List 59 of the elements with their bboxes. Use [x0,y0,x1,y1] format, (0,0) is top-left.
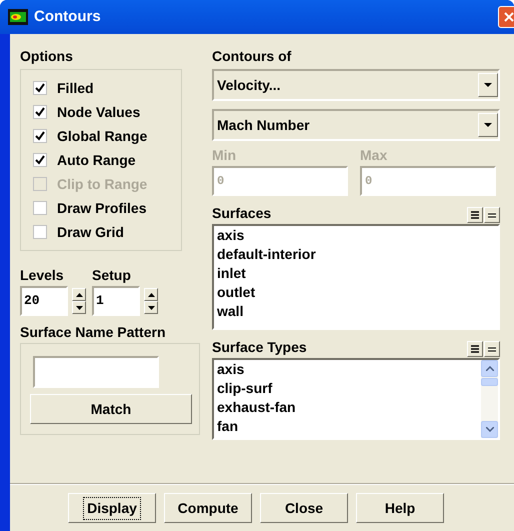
range-label: Min [212,146,238,165]
checkbox[interactable] [33,153,47,167]
list-title: Surface Types [212,338,307,357]
dialog-button[interactable]: Compute [164,493,252,523]
spinner-label: Setup [92,266,132,285]
checkbox-label: Draw Grid [57,222,124,242]
down-arrow-icon [76,306,82,310]
select-all-icon[interactable] [467,207,483,223]
group-title: Options [20,47,74,66]
scroll-thumb[interactable] [481,378,498,386]
checkbox-label: Filled [57,78,94,98]
caret-icon [484,83,492,87]
list-item[interactable]: wall [217,302,498,321]
match-button[interactable]: Match [30,394,192,424]
range-label: Max [360,146,388,165]
checkbox[interactable] [33,81,47,95]
list-item[interactable]: axis [217,226,498,245]
dropdown[interactable]: Velocity... [212,69,500,101]
list-item[interactable]: clip-surf [217,379,481,398]
dropdown[interactable]: Mach Number [212,109,500,141]
window-title: Contours [34,6,102,27]
close-icon [504,12,514,22]
checkbox-label: Clip to Range [57,174,148,194]
list-title: Surfaces [212,204,272,223]
up-arrow-icon [76,292,82,296]
deselect-all-icon[interactable] [484,207,500,223]
checkbox-label: Auto Range [57,150,136,170]
scrollbar[interactable] [481,360,498,438]
deselect-all-icon[interactable] [484,341,500,357]
checkbox[interactable] [33,225,47,239]
list-item[interactable]: default-interior [217,245,498,264]
window-icon [8,9,28,25]
checkbox-label: Global Range [57,126,148,146]
checkbox-label: Node Values [57,102,140,122]
checkbox[interactable] [33,129,47,143]
list-item[interactable]: inlet [217,264,498,283]
select-all-icon[interactable] [467,341,483,357]
number-field[interactable]: 1 [92,286,140,316]
group-title: Contours of [212,47,292,66]
checkbox[interactable] [33,201,47,215]
dialog-button[interactable]: Display [68,493,156,523]
dialog-button[interactable]: Help [356,493,444,523]
list-item[interactable]: axis [217,360,481,379]
close-button[interactable] [498,6,514,28]
spin-buttons[interactable] [144,288,158,314]
list-item[interactable]: exhaust-fan [217,398,481,417]
caret-icon [484,123,492,127]
spinner-label: Levels [20,266,65,285]
checkbox-label: Draw Profiles [57,198,146,218]
up-arrow-icon [148,292,154,296]
down-arrow-icon [148,306,154,310]
dialog-button[interactable]: Close [260,493,348,523]
checkbox[interactable] [33,105,47,119]
list-item[interactable]: outlet [217,283,498,302]
pattern-field[interactable] [33,356,159,388]
number-field[interactable]: 20 [20,286,68,316]
spin-buttons[interactable] [72,288,86,314]
list-item[interactable]: fan [217,417,481,436]
group-title: Surface Name Pattern [20,323,167,342]
